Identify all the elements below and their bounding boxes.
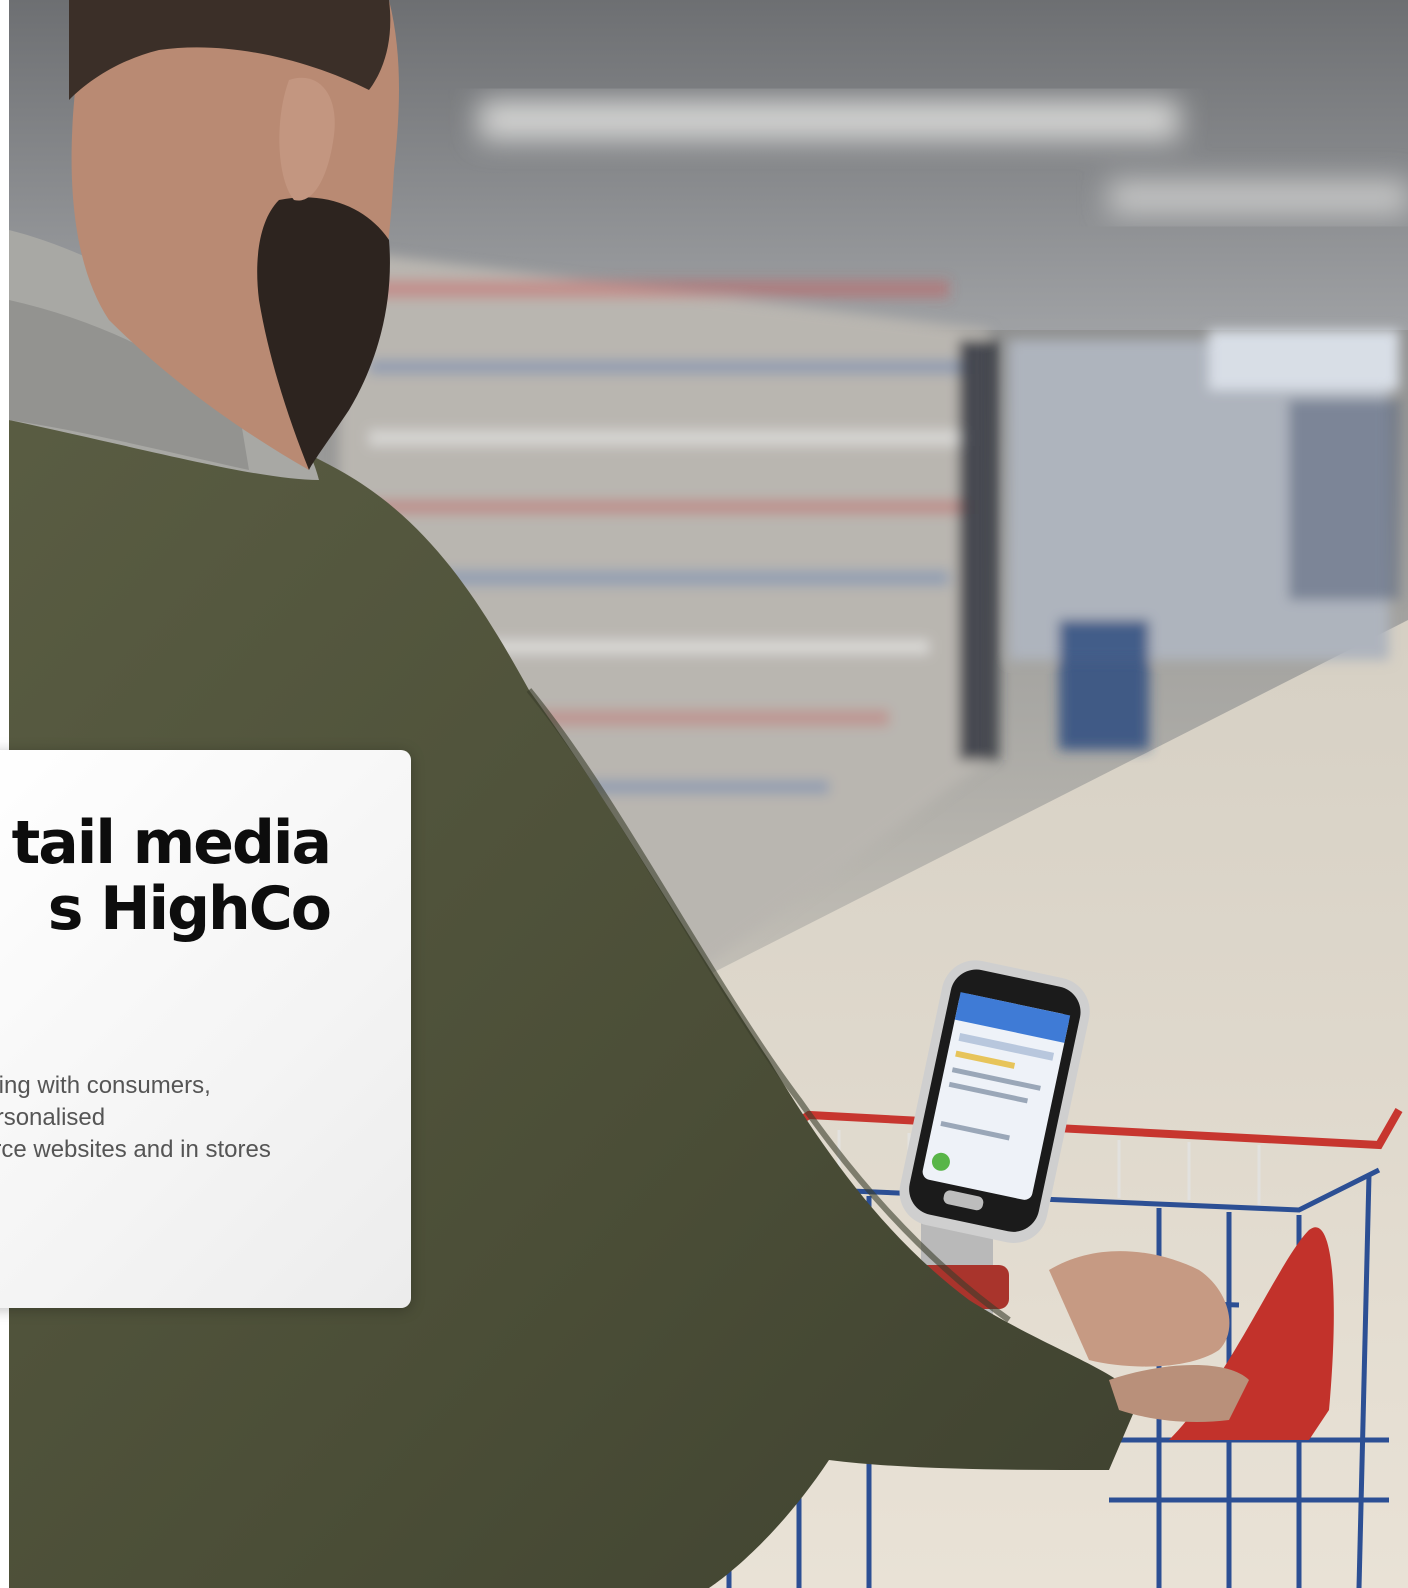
card-body-line-2: personalised [0, 1104, 106, 1131]
card-title-line-2: s HighCo [47, 874, 332, 944]
card-body-line-3: erce websites and in stores [0, 1136, 271, 1163]
page: tail media s HighCo cting with consumers… [0, 0, 1408, 1588]
promo-card: tail media s HighCo cting with consumers… [0, 750, 411, 1308]
card-body-line-1: cting with consumers, [0, 1072, 211, 1099]
card-body: cting with consumers, personalised erce … [0, 1070, 320, 1166]
card-title-line-1: tail media [11, 808, 332, 878]
card-title: tail media s HighCo [0, 808, 332, 944]
